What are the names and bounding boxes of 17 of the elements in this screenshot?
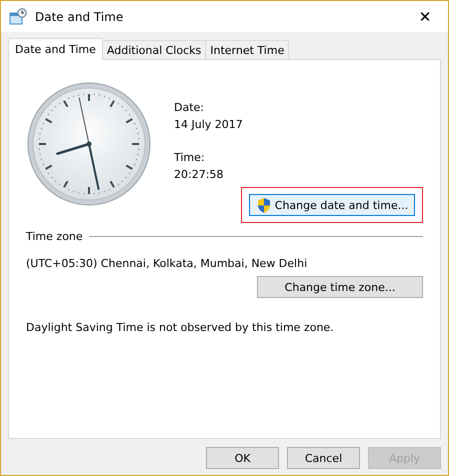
window-title: Date and Time xyxy=(35,10,124,24)
date-label: Date: xyxy=(174,101,205,116)
time-value: 20:27:58 xyxy=(174,168,224,183)
time-label: Time: xyxy=(174,151,206,166)
tab[interactable]: Internet Time xyxy=(205,40,290,59)
calendar-clock-icon xyxy=(9,8,27,26)
date-value: 14 July 2017 xyxy=(174,118,243,133)
dialog-button[interactable]: Cancel xyxy=(287,447,360,469)
tab[interactable]: Date and Time xyxy=(8,38,103,60)
change-time-zone-button[interactable]: Change time zone... xyxy=(257,276,423,298)
shield-icon xyxy=(256,196,272,214)
change-date-time-button[interactable]: Change date and time... xyxy=(249,194,415,216)
close-button[interactable]: ✕ xyxy=(402,1,448,32)
dst-note: Daylight Saving Time is not observed by this time zone. xyxy=(26,321,335,334)
time-zone-text: (UTC+05:30) Chennai, Kolkata, Mumbai, New Delhi xyxy=(26,257,308,270)
section-heading: Time zone xyxy=(26,230,83,243)
dialog-button[interactable]: OK xyxy=(206,447,279,469)
